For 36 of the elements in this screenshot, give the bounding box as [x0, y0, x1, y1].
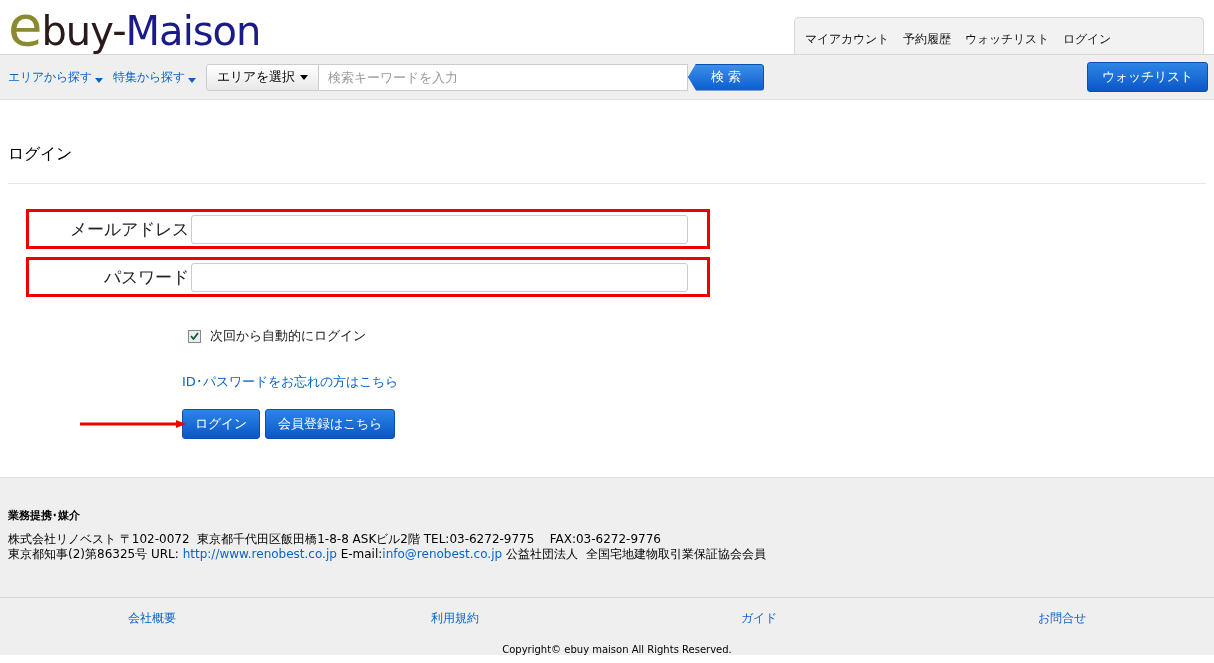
license-info: 東京都知事(2)第86325号 URL:	[8, 547, 180, 561]
checkbox[interactable]	[188, 329, 201, 343]
license-info: E-mail:	[339, 547, 383, 561]
input-field[interactable]	[191, 214, 688, 244]
field-label: メールアドレス	[69, 217, 189, 241]
login-button[interactable]: ログイン	[182, 409, 260, 439]
footer-link[interactable]: ガイド	[740, 610, 777, 627]
company-info: 株式会社リノベスト 〒102-0072 東京都千代田区飯田橋1-8-8 ASKビル2階 TEL:03-6272-9775 FAX:03-6272-9776	[8, 532, 662, 547]
caret-icon	[95, 77, 103, 83]
footer-contact-link[interactable]: info@renobest.co.jp	[382, 547, 503, 561]
caret-icon	[188, 77, 196, 83]
logo[interactable]: ebuy-Maison	[8, 2, 261, 55]
search-button[interactable]: 検 索	[688, 63, 764, 91]
register-button[interactable]: 会員登録はこちら	[265, 409, 395, 439]
page-title: ログイン	[8, 100, 1206, 184]
caret-icon	[300, 74, 308, 80]
footer-link[interactable]: お問合せ	[1038, 610, 1087, 627]
watchlist-button[interactable]: ウォッチリスト	[1087, 62, 1208, 92]
top-menu-link[interactable]: ログイン	[1063, 30, 1111, 48]
input-field[interactable]	[191, 262, 688, 292]
field-label: パスワード	[103, 265, 189, 289]
area-select[interactable]: エリアを選択	[206, 63, 319, 91]
copyright: Copyright© ebuy maison All Rights Reserved.	[502, 644, 732, 655]
footer-link[interactable]: 利用規約	[431, 610, 480, 627]
checkbox-label: 次回から自動的にログイン	[210, 327, 366, 345]
footer-link[interactable]: 会社概要	[127, 610, 176, 627]
top-menu-link[interactable]: マイアカウント	[805, 30, 889, 48]
top-menu-link[interactable]: ウォッチリスト	[965, 30, 1049, 48]
footer-heading: 業務提携･媒介	[8, 508, 81, 523]
license-info: 公益社団法人 全国宅地建物取引業保証協会会員	[504, 547, 766, 561]
forgot-password-link[interactable]: ID･パスワードをお忘れの方はこちら	[182, 373, 398, 391]
search-field[interactable]: 検索キーワードを入力	[319, 63, 688, 91]
category-dropdown[interactable]: エリアから探す	[8, 68, 103, 86]
top-menu-link[interactable]: 予約履歴	[903, 30, 951, 48]
footer-contact-link[interactable]: http://www.renobest.co.jp	[182, 547, 337, 561]
category-dropdown[interactable]: 特集から探す	[113, 68, 196, 86]
